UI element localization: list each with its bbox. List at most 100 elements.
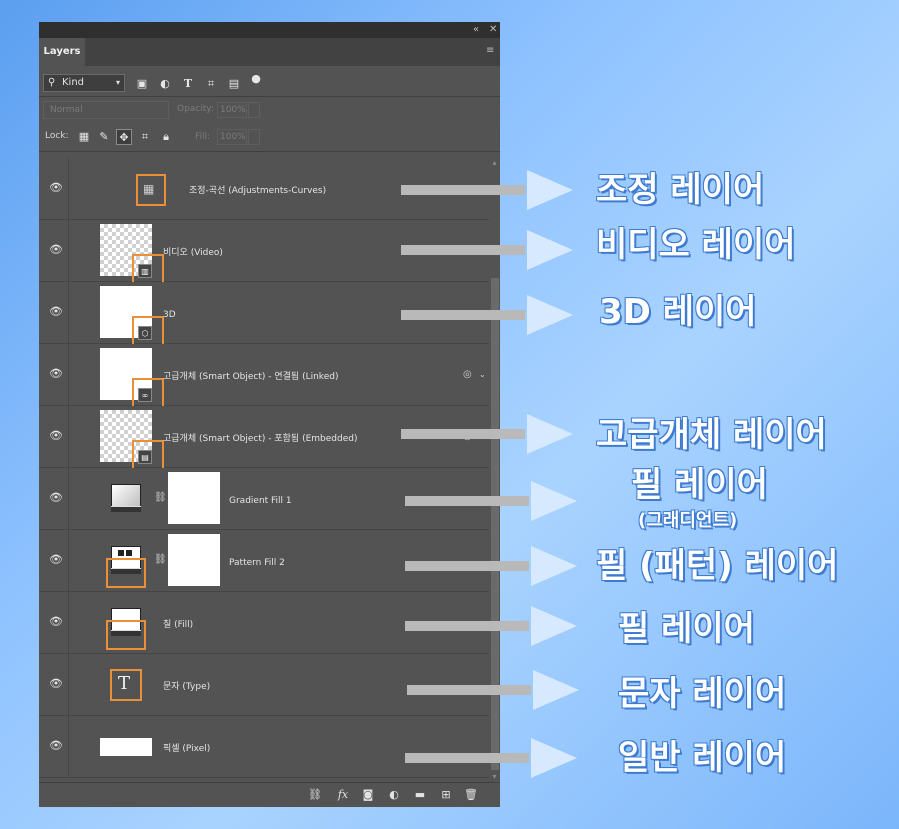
- row-divider: [68, 716, 69, 778]
- callout-video-layer: 비디오 레이어: [596, 225, 796, 265]
- highlight-box: [106, 558, 146, 588]
- kind-label: Kind: [62, 77, 85, 88]
- smart-object-filter-icon[interactable]: ▤: [227, 77, 241, 91]
- panel-bottom-toolbar: ⛓︎ fx ◙ ◐ ▬ ⊞ 🗑︎: [39, 782, 500, 807]
- callout-3d-layer: 3D 레이어: [599, 292, 757, 332]
- close-icon[interactable]: ✕: [489, 24, 497, 36]
- row-divider: [68, 530, 69, 592]
- tab-layers[interactable]: Layers: [39, 38, 85, 66]
- kind-filter-dropdown[interactable]: ⚲ Kind ▾: [43, 74, 125, 92]
- callout-pixel-layer: 일반 레이어: [618, 738, 787, 778]
- lock-image-brush-icon[interactable]: ✎: [96, 129, 112, 145]
- opacity-input[interactable]: 100%: [217, 102, 247, 118]
- gradient-fill-icon: [111, 484, 141, 508]
- arrow-gradient-fill: [405, 481, 578, 521]
- lock-position-icon[interactable]: ✥: [116, 129, 132, 145]
- collapse-icon[interactable]: «: [473, 24, 479, 36]
- layer-name: 조정-곡선 (Adjustments-Curves): [189, 186, 327, 196]
- row-divider: [68, 220, 69, 282]
- fx-icon[interactable]: fx: [335, 787, 351, 803]
- link-chain-icon[interactable]: ⛓︎: [154, 554, 167, 566]
- arrow-adjustment: [401, 170, 574, 210]
- callout-type-layer: 문자 레이어: [618, 674, 787, 714]
- layer-name: 고급개체 (Smart Object) - 포함됨 (Embedded): [163, 434, 358, 444]
- layer-name: 고급개체 (Smart Object) - 연결됨 (Linked): [163, 372, 339, 382]
- visibility-eye-icon[interactable]: 👁︎: [49, 554, 63, 566]
- chevron-down-icon[interactable]: ⌄: [479, 369, 486, 381]
- filter-toggle-icon[interactable]: ●: [249, 72, 263, 86]
- callout-gradient-subtitle: (그래디언트): [638, 510, 738, 531]
- visibility-eye-icon[interactable]: 👁︎: [49, 306, 63, 318]
- search-icon: ⚲: [48, 77, 56, 88]
- curves-adjustment-icon: ▦: [143, 182, 155, 196]
- new-layer-icon[interactable]: ⊞: [438, 787, 454, 803]
- fill-label: Fill:: [195, 132, 211, 142]
- fill-input[interactable]: 100%: [217, 129, 247, 145]
- type-filter-icon[interactable]: T: [181, 77, 195, 91]
- fill-baseline-icon: [111, 506, 141, 512]
- row-divider: [68, 654, 69, 716]
- row-divider: [68, 592, 69, 654]
- callout-adjustment-layer: 조정 레이어: [596, 170, 765, 210]
- mask-icon[interactable]: ◙: [360, 787, 376, 803]
- visibility-eye-icon[interactable]: 👁︎: [49, 616, 63, 628]
- row-divider: [68, 468, 69, 530]
- fill-slider-button[interactable]: [248, 129, 260, 145]
- layer-name: 문자 (Type): [163, 682, 211, 692]
- arrow-3d: [401, 295, 574, 335]
- callout-fill-layer: 필 레이어: [618, 609, 755, 649]
- filter-row: ⚲ Kind ▾ ▣ ◐ T ⌗ ▤ ●: [39, 66, 500, 97]
- callout-pattern-fill-layer: 필 (패턴) 레이어: [596, 546, 839, 586]
- visibility-eye-icon[interactable]: 👁︎: [49, 244, 63, 256]
- arrow-pixel: [405, 738, 578, 778]
- visibility-eye-icon[interactable]: 👁︎: [49, 678, 63, 690]
- lock-label: Lock:: [45, 131, 69, 141]
- highlight-box: [106, 620, 146, 650]
- layer-name: Pattern Fill 2: [229, 558, 285, 568]
- row-divider: [68, 406, 69, 468]
- visibility-eye-icon[interactable]: 👁︎: [49, 740, 63, 752]
- tab-bar: Layers ≡: [39, 38, 500, 66]
- lock-transparent-icon[interactable]: ▦: [76, 129, 92, 145]
- layer-name: 비디오 (Video): [163, 248, 223, 258]
- row-divider: [68, 344, 69, 406]
- blend-row: Normal Opacity: 100%: [39, 97, 500, 123]
- visibility-eye-icon[interactable]: 👁︎: [49, 430, 63, 442]
- arrow-type: [407, 670, 580, 710]
- opacity-slider-button[interactable]: [248, 102, 260, 118]
- row-divider: [68, 158, 69, 220]
- arrow-smart-object: [401, 414, 574, 454]
- opacity-label: Opacity:: [177, 104, 214, 114]
- layer-name: 3D: [163, 310, 176, 320]
- link-chain-icon[interactable]: ⛓︎: [154, 492, 167, 504]
- trash-icon[interactable]: 🗑︎: [463, 787, 479, 803]
- adjustment-icon[interactable]: ◐: [386, 787, 402, 803]
- arrow-pattern-fill: [405, 546, 578, 586]
- layer-mask-thumbnail: [168, 472, 220, 524]
- panel-title-strip: « ✕: [39, 22, 500, 38]
- filter-effects-icon[interactable]: ◎: [463, 369, 472, 381]
- callout-gradient-fill-layer: 필 레이어: [631, 465, 768, 505]
- image-filter-icon[interactable]: ▣: [135, 77, 149, 91]
- link-icon[interactable]: ⛓︎: [307, 787, 323, 803]
- row-divider: [68, 282, 69, 344]
- blend-mode-dropdown[interactable]: Normal: [43, 101, 169, 119]
- adjustment-filter-icon[interactable]: ◐: [158, 77, 172, 91]
- lock-artboard-icon[interactable]: ⌗: [137, 129, 153, 145]
- layer-row-smart-object-linked[interactable]: 👁︎ ∞ 고급개체 (Smart Object) - 연결됨 (Linked) …: [39, 344, 489, 410]
- lock-all-icon[interactable]: 🔒︎: [158, 129, 174, 145]
- visibility-eye-icon[interactable]: 👁︎: [49, 368, 63, 380]
- shape-filter-icon[interactable]: ⌗: [204, 77, 218, 91]
- callout-smart-object-layer: 고급개체 레이어: [596, 415, 827, 455]
- arrow-video: [401, 230, 574, 270]
- folder-icon[interactable]: ▬: [412, 787, 428, 803]
- layer-name: 칠 (Fill): [163, 620, 194, 630]
- panel-menu-icon[interactable]: ≡: [486, 46, 496, 56]
- lock-row: Lock: ▦ ✎ ✥ ⌗ 🔒︎ Fill: 100%: [39, 123, 500, 152]
- visibility-eye-icon[interactable]: 👁︎: [49, 492, 63, 504]
- scroll-up-icon[interactable]: ▴: [489, 158, 500, 168]
- type-layer-icon: T: [118, 673, 131, 694]
- visibility-eye-icon[interactable]: 👁︎: [49, 182, 63, 194]
- arrow-fill: [405, 606, 578, 646]
- layer-name: 픽셀 (Pixel): [163, 744, 211, 754]
